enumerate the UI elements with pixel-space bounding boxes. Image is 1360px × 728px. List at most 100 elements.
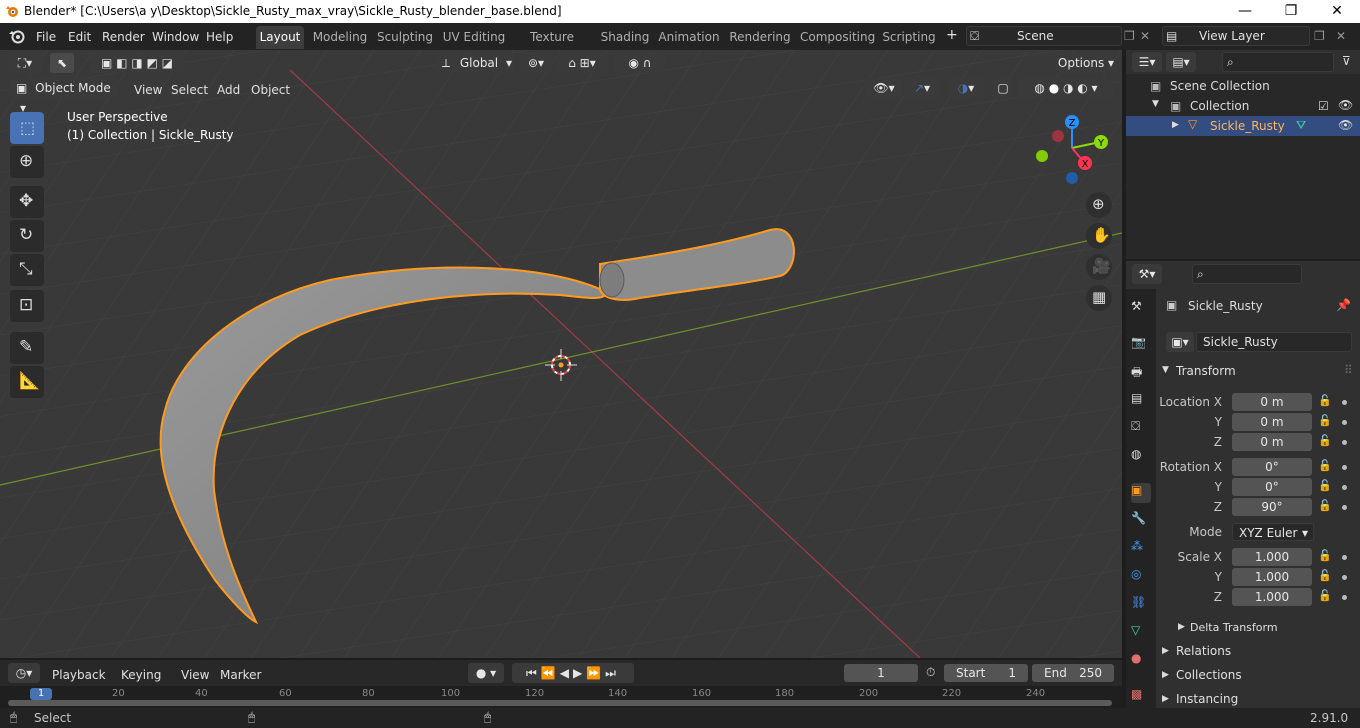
selection-mode-buttons[interactable]: ▣ ◧ ◨ ◩ ◪ xyxy=(90,53,184,73)
rotation-z-field[interactable]: 90° xyxy=(1232,498,1312,516)
view-layer-tab-icon[interactable]: ▤ xyxy=(1131,391,1151,411)
tab-shading[interactable]: Shading xyxy=(598,26,652,49)
modifier-tab-icon[interactable]: 🔧 xyxy=(1131,511,1151,531)
tab-compositing[interactable]: Compositing xyxy=(800,26,875,49)
relations-panel-header[interactable]: Relations xyxy=(1176,644,1231,658)
scale-x-field[interactable]: 1.000 xyxy=(1232,548,1312,566)
keyframe-dot-icon[interactable] xyxy=(1342,465,1347,470)
object-tab-icon[interactable]: ▣ xyxy=(1131,483,1151,503)
3d-viewport[interactable]: ⛶▾ ⬉ ▣ ◧ ◨ ◩ ◪ ⟂ Global ▾ ⊚▾ ⌂ ⊞▾ ◉ ∩ Op… xyxy=(0,50,1122,658)
view-layer-new-icon[interactable]: ❐ xyxy=(1314,27,1325,45)
zoom-view-button[interactable]: ⊕ xyxy=(1086,192,1112,218)
viewport-menu-view[interactable]: View xyxy=(134,81,162,99)
start-frame-field[interactable]: Start 1 xyxy=(944,664,1028,682)
object-browse-dropdown[interactable]: ▣▾ xyxy=(1166,332,1194,352)
lock-icon[interactable]: 🔓 xyxy=(1318,479,1332,493)
data-tab-icon[interactable]: ▽ xyxy=(1131,623,1151,643)
outliner-editor-type[interactable]: ☰▾ xyxy=(1132,52,1162,72)
outliner-row-sickle[interactable]: ▶ ▽ Sickle_Rusty ⛛ 👁 xyxy=(1126,116,1360,136)
ortho-toggle-button[interactable]: ▦ xyxy=(1086,285,1112,311)
select-box-tool[interactable]: ⬚ xyxy=(10,112,44,144)
drag-handle-icon[interactable]: ⠿ xyxy=(1344,363,1353,377)
keyframe-dot-icon[interactable] xyxy=(1342,575,1347,580)
pan-view-button[interactable]: ✋ xyxy=(1086,223,1112,249)
lock-icon[interactable]: 🔓 xyxy=(1318,569,1332,583)
keyframe-dot-icon[interactable] xyxy=(1342,420,1347,425)
keyframe-dot-icon[interactable] xyxy=(1342,505,1347,510)
tab-animation[interactable]: Animation xyxy=(658,26,720,49)
tab-scripting[interactable]: Scripting xyxy=(880,26,938,49)
view-layer-close-icon[interactable]: ✕ xyxy=(1336,27,1346,45)
keyframe-dot-icon[interactable] xyxy=(1342,555,1347,560)
world-tab-icon[interactable]: ◍ xyxy=(1131,447,1151,467)
collections-panel-header[interactable]: Collections xyxy=(1176,668,1242,682)
current-frame-field[interactable]: 1 xyxy=(844,664,918,682)
rotation-y-field[interactable]: 0° xyxy=(1232,478,1312,496)
minimize-button[interactable]: — xyxy=(1222,0,1268,23)
add-workspace-button[interactable]: + xyxy=(946,26,958,44)
expand-arrow-icon[interactable]: ▶ xyxy=(1178,622,1185,632)
viewport-menu-select[interactable]: Select xyxy=(171,81,208,99)
editor-type-button[interactable]: ⛶▾ xyxy=(8,53,42,73)
scale-tool[interactable]: ⤡ xyxy=(10,254,44,286)
transform-tool[interactable]: ⊡ xyxy=(10,290,44,322)
tab-rendering[interactable]: Rendering xyxy=(728,26,792,49)
keyframe-dot-icon[interactable] xyxy=(1342,400,1347,405)
pivot-point-dropdown[interactable]: ⊚▾ xyxy=(520,53,552,73)
overlay-toggle[interactable]: ◑▾ xyxy=(948,78,984,98)
pin-icon[interactable]: 📌 xyxy=(1336,298,1351,312)
delta-transform-header[interactable]: Delta Transform xyxy=(1190,621,1278,634)
playback-controls[interactable]: ⏮⏪◀▶⏩⏭ xyxy=(512,663,634,683)
render-tab-icon[interactable]: 📷 xyxy=(1131,335,1151,355)
output-tab-icon[interactable]: 🖶 xyxy=(1131,363,1151,383)
viewport-menu-add[interactable]: Add xyxy=(217,81,240,99)
lock-icon[interactable]: 🔓 xyxy=(1318,459,1332,473)
lock-icon[interactable]: 🔓 xyxy=(1318,589,1332,603)
tab-layout[interactable]: Layout xyxy=(256,26,304,49)
proportional-editing-buttons[interactable]: ◉ ∩ xyxy=(614,53,666,73)
expand-arrow-icon[interactable]: ▶ xyxy=(1162,646,1169,656)
tab-modeling[interactable]: Modeling xyxy=(310,26,370,49)
view-layer-selector[interactable]: ▤ View Layer xyxy=(1162,26,1310,46)
menu-window[interactable]: Window xyxy=(152,28,199,46)
gizmo-toggle[interactable]: ↗▾ xyxy=(904,78,940,98)
outliner-row-collection[interactable]: ▼ ▣ Collection ☑ 👁 xyxy=(1126,96,1360,116)
display-mode-dropdown[interactable]: ▤▾ xyxy=(1166,52,1196,72)
scene-new-icon[interactable]: ❐ xyxy=(1124,27,1135,45)
lock-icon[interactable]: 🔓 xyxy=(1318,414,1332,428)
expand-arrow-icon[interactable]: ▶ xyxy=(1172,120,1179,130)
properties-search-input[interactable]: ⌕ xyxy=(1192,264,1302,284)
texture-tab-icon[interactable]: ▩ xyxy=(1131,687,1151,707)
physics-tab-icon[interactable]: ◎ xyxy=(1131,567,1151,587)
exclude-checkbox[interactable]: ☑ xyxy=(1318,99,1329,113)
transform-panel-header[interactable]: Transform xyxy=(1176,364,1236,378)
maximize-button[interactable]: ❐ xyxy=(1268,0,1314,23)
playhead[interactable]: 1 xyxy=(30,688,52,700)
stopwatch-icon[interactable]: ⏱ xyxy=(926,665,935,680)
location-z-field[interactable]: 0 m xyxy=(1232,433,1312,451)
tool-tab-icon[interactable]: ⚒ xyxy=(1131,299,1151,319)
outliner-row-scene-collection[interactable]: ▣ Scene Collection xyxy=(1126,76,1360,96)
mode-dropdown[interactable]: ▣ Object Mode ▾ xyxy=(10,78,118,115)
navigation-gizmo[interactable]: Z Y X xyxy=(1028,112,1112,192)
lock-icon[interactable]: 🔓 xyxy=(1318,499,1332,513)
scene-close-icon[interactable]: ✕ xyxy=(1140,27,1150,45)
location-x-field[interactable]: 0 m xyxy=(1232,393,1312,411)
expand-arrow-icon[interactable]: ▶ xyxy=(1162,670,1169,680)
transform-orientation-dropdown[interactable]: ⟂ Global ▾ xyxy=(436,53,514,73)
rotation-mode-dropdown[interactable]: XYZ Euler ▾ xyxy=(1232,523,1314,541)
timeline-menu-keying[interactable]: Keying xyxy=(121,666,161,684)
snapping-buttons[interactable]: ⌂ ⊞▾ xyxy=(556,53,608,73)
timeline-editor-type[interactable]: ◷▾ xyxy=(8,663,40,683)
viewport-menu-object[interactable]: Object xyxy=(251,81,290,99)
xray-toggle[interactable]: ▢ xyxy=(994,78,1012,98)
menu-edit[interactable]: Edit xyxy=(68,28,91,46)
tab-sculpting[interactable]: Sculpting xyxy=(376,26,434,49)
auto-keying-toggle[interactable]: ● ▾ xyxy=(468,663,504,683)
shading-mode-buttons[interactable]: ◍ ● ◑ ◐ ▾ xyxy=(1018,78,1114,98)
expand-arrow-icon[interactable]: ▶ xyxy=(1162,694,1169,704)
measure-tool[interactable]: 📐 xyxy=(10,366,44,398)
tool-select-icon[interactable]: ⬉ xyxy=(50,53,74,73)
keyframe-dot-icon[interactable] xyxy=(1342,440,1347,445)
timeline-menu-playback[interactable]: Playback xyxy=(52,666,106,684)
